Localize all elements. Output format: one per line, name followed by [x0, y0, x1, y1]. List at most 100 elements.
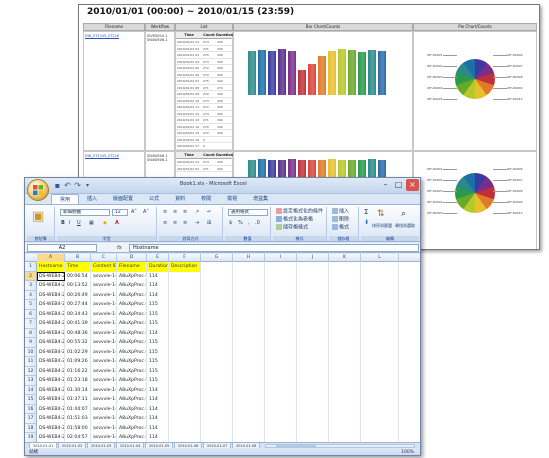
- cell[interactable]: [233, 357, 265, 367]
- cell[interactable]: DS-WEB4-2: [37, 357, 65, 367]
- cell[interactable]: A8uXpProc.wsv: [117, 385, 147, 395]
- row-header[interactable]: 6: [25, 309, 37, 319]
- cell[interactable]: A8uXpProc.wsv: [117, 309, 147, 319]
- cell[interactable]: 00:55:32: [65, 338, 91, 348]
- cell[interactable]: [265, 357, 297, 367]
- cell[interactable]: A8uXpProc.wsv: [117, 328, 147, 338]
- cell[interactable]: A8uXpProc.wsv: [117, 290, 147, 300]
- cell[interactable]: [297, 347, 329, 357]
- cell[interactable]: [265, 414, 297, 424]
- cell[interactable]: [201, 309, 233, 319]
- cell[interactable]: Time: [65, 262, 91, 272]
- cell[interactable]: [361, 319, 399, 329]
- column-header-f[interactable]: F: [169, 254, 201, 262]
- cell[interactable]: [233, 271, 265, 281]
- cell[interactable]: 114: [147, 433, 169, 442]
- cell[interactable]: A8uXpProc.wsv: [117, 319, 147, 329]
- cell[interactable]: DS-WEB4-2: [37, 319, 65, 329]
- cell[interactable]: 00:20:49: [65, 290, 91, 300]
- cell[interactable]: 114: [147, 423, 169, 433]
- fx-icon[interactable]: fx: [117, 244, 122, 252]
- maximize-icon[interactable]: □: [392, 179, 405, 191]
- cell[interactable]: [169, 347, 201, 357]
- cell[interactable]: [233, 404, 265, 414]
- cell[interactable]: [297, 395, 329, 405]
- tab-home[interactable]: 常用: [51, 194, 80, 204]
- cell[interactable]: 00:27:44: [65, 300, 91, 310]
- cell[interactable]: DS-WEB4-2: [37, 281, 65, 291]
- cell[interactable]: [201, 357, 233, 367]
- column-header-b[interactable]: B: [65, 254, 91, 262]
- row-header[interactable]: 13: [25, 376, 37, 386]
- cell[interactable]: DS-WEB4-2: [37, 300, 65, 310]
- cell[interactable]: [265, 262, 297, 272]
- cell[interactable]: asvvvle-1-3: [91, 433, 117, 442]
- row-header[interactable]: 11: [25, 357, 37, 367]
- comma-icon[interactable]: ,: [248, 220, 250, 227]
- cell[interactable]: [265, 300, 297, 310]
- cell[interactable]: asvvvle-1-3: [91, 281, 117, 291]
- cell[interactable]: Content ID: [91, 262, 117, 272]
- cell[interactable]: [297, 357, 329, 367]
- column-header-l[interactable]: L: [361, 254, 399, 262]
- cell[interactable]: [169, 319, 201, 329]
- autosum-icon[interactable]: Σ: [364, 209, 368, 216]
- column-header-a[interactable]: A: [37, 254, 65, 262]
- cell[interactable]: [297, 376, 329, 386]
- tab-formulas[interactable]: 公式: [141, 194, 167, 204]
- cell[interactable]: A8uXpProc.wsv: [117, 433, 147, 442]
- cell[interactable]: [329, 423, 361, 433]
- save-icon[interactable]: ▪: [53, 181, 62, 190]
- cell[interactable]: [361, 328, 399, 338]
- cell[interactable]: 115: [147, 319, 169, 329]
- cell[interactable]: asvvvle-1-3: [91, 357, 117, 367]
- cell[interactable]: [201, 433, 233, 442]
- cell[interactable]: [201, 366, 233, 376]
- tab-review[interactable]: 校閱: [193, 194, 219, 204]
- cell[interactable]: 01:16:22: [65, 366, 91, 376]
- cell[interactable]: asvvvle-1-3: [91, 385, 117, 395]
- cell[interactable]: [169, 271, 201, 281]
- row-header[interactable]: 16: [25, 404, 37, 414]
- insert-cells-button[interactable]: 插入: [332, 208, 349, 216]
- cell[interactable]: [201, 290, 233, 300]
- cell[interactable]: [297, 338, 329, 348]
- row-header[interactable]: 19: [25, 433, 37, 442]
- column-header-h[interactable]: H: [233, 254, 265, 262]
- report-block2-link[interactable]: DW_ST2345_ST226: [85, 154, 119, 158]
- cell[interactable]: [201, 347, 233, 357]
- office-button[interactable]: [27, 179, 49, 201]
- cell[interactable]: [233, 433, 265, 442]
- cell[interactable]: A8uXpProc.wsv: [117, 281, 147, 291]
- cell[interactable]: [265, 366, 297, 376]
- cell[interactable]: [329, 366, 361, 376]
- orientation-icon[interactable]: ↗: [195, 209, 199, 216]
- cell[interactable]: A8uXpProc.wsv: [117, 404, 147, 414]
- align-bottom-icon[interactable]: ≡: [183, 209, 187, 216]
- tab-page-layout[interactable]: 版面配置: [105, 194, 141, 204]
- cell[interactable]: [329, 319, 361, 329]
- cell[interactable]: [329, 414, 361, 424]
- cell[interactable]: [361, 376, 399, 386]
- cell[interactable]: [329, 262, 361, 272]
- cell[interactable]: DS-WEB4-2: [37, 404, 65, 414]
- cell[interactable]: [169, 404, 201, 414]
- row-header[interactable]: 10: [25, 347, 37, 357]
- cell[interactable]: [297, 281, 329, 291]
- cell[interactable]: [361, 423, 399, 433]
- cell[interactable]: [297, 319, 329, 329]
- cell[interactable]: 01:02:29: [65, 347, 91, 357]
- cell[interactable]: A8uXpProc.wsv: [117, 423, 147, 433]
- fill-color-icon[interactable]: ◆: [103, 220, 107, 227]
- undo-icon[interactable]: ↶: [63, 181, 72, 190]
- cell[interactable]: [297, 423, 329, 433]
- row-header[interactable]: 5: [25, 300, 37, 310]
- cell[interactable]: DS-WEB4-2: [37, 271, 65, 281]
- cell[interactable]: 115: [147, 366, 169, 376]
- column-header-d[interactable]: D: [117, 254, 147, 262]
- cell[interactable]: DS-WEB4-2: [37, 328, 65, 338]
- cell[interactable]: 114: [147, 414, 169, 424]
- cell[interactable]: [361, 309, 399, 319]
- row-header[interactable]: 14: [25, 385, 37, 395]
- font-name-select[interactable]: 新細明體: [60, 209, 110, 216]
